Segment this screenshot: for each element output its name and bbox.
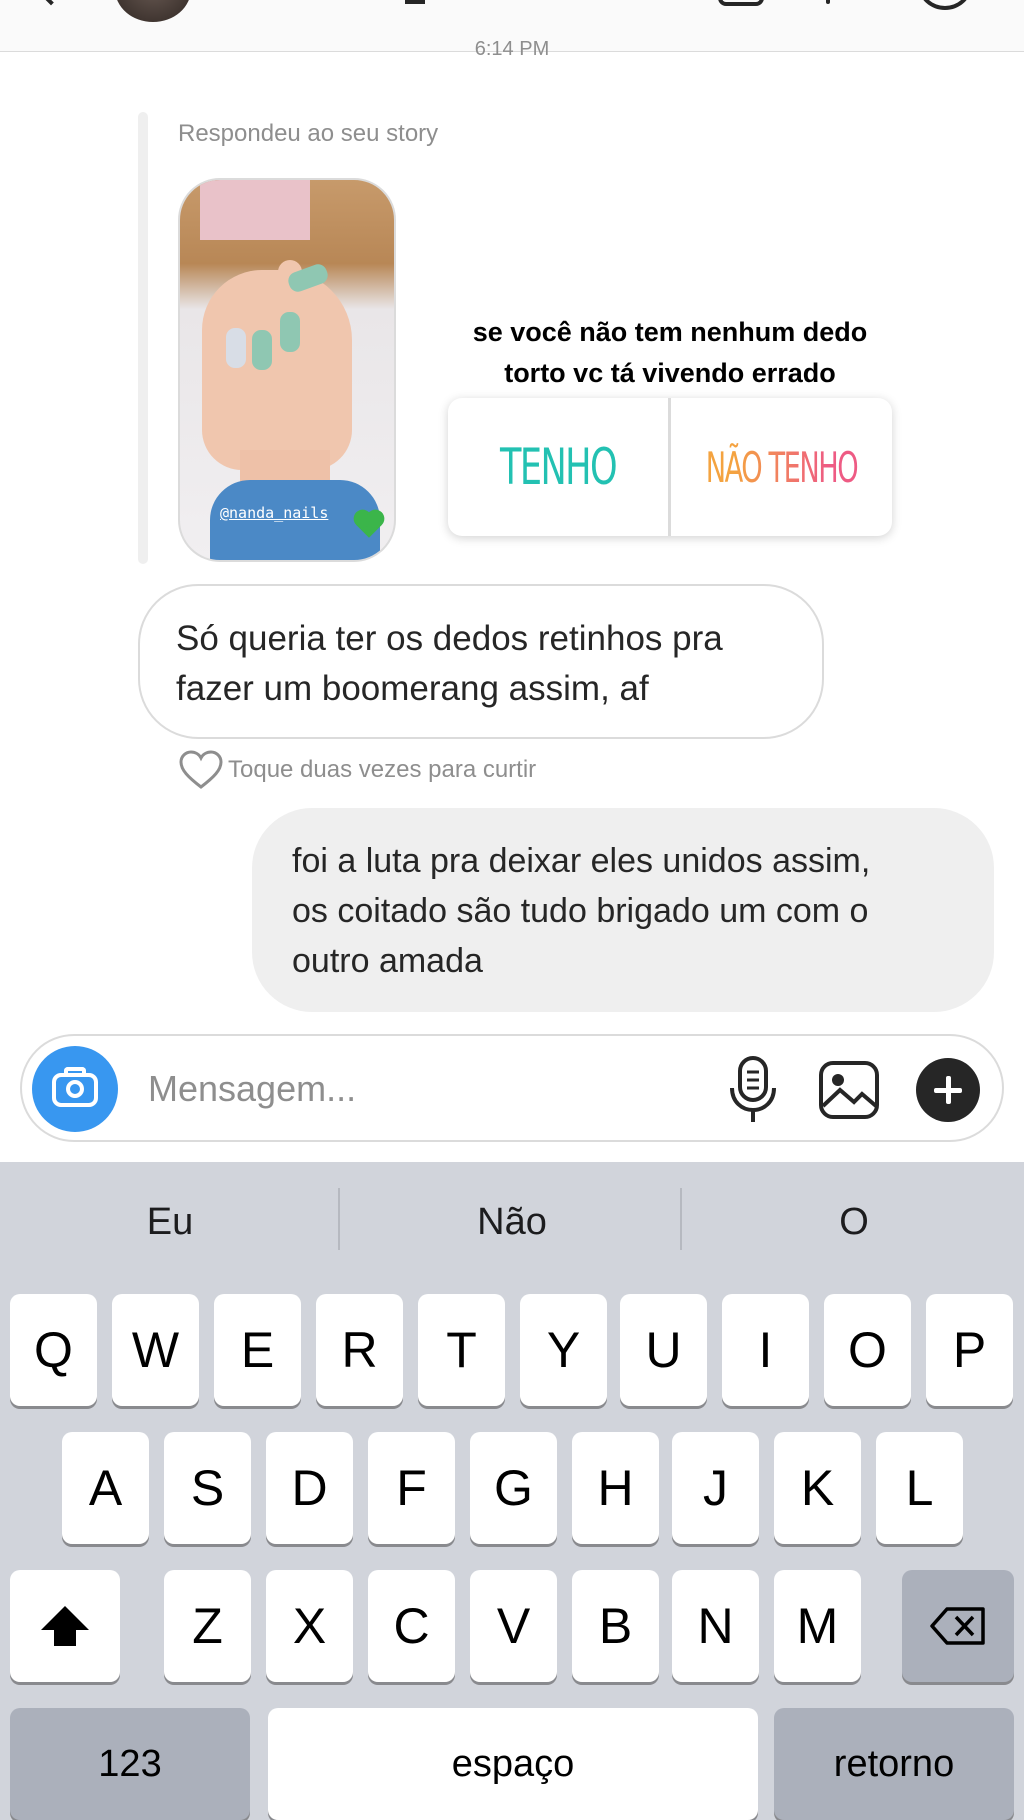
like-hint-text: Toque duas vezes para curtir xyxy=(228,756,537,783)
suggestion-divider xyxy=(680,1188,682,1250)
key-b[interactable]: B xyxy=(572,1570,659,1682)
key-l[interactable]: L xyxy=(876,1432,963,1544)
space-key[interactable]: espaço xyxy=(268,1708,758,1820)
key-m[interactable]: M xyxy=(774,1570,861,1682)
key-k[interactable]: K xyxy=(774,1432,861,1544)
like-hint[interactable]: Toque duas vezes para curtir xyxy=(178,750,537,790)
poll-question-line: torto vc tá vivendo errado xyxy=(504,358,836,388)
story-mention: @nanda_nails xyxy=(220,504,329,522)
key-r[interactable]: R xyxy=(316,1294,403,1406)
shift-icon xyxy=(41,1606,89,1646)
key-g[interactable]: G xyxy=(470,1432,557,1544)
key-p[interactable]: P xyxy=(926,1294,1013,1406)
suggestion-divider xyxy=(338,1188,340,1250)
key-q[interactable]: Q xyxy=(10,1294,97,1406)
suggestion-3[interactable]: O xyxy=(684,1182,1024,1262)
avatar[interactable] xyxy=(115,0,191,22)
key-t[interactable]: T xyxy=(418,1294,505,1406)
key-a[interactable]: A xyxy=(62,1432,149,1544)
poll-question: se você não tem nenhum dedo torto vc tá … xyxy=(430,312,910,394)
key-d[interactable]: D xyxy=(266,1432,353,1544)
key-f[interactable]: F xyxy=(368,1432,455,1544)
microphone-icon[interactable] xyxy=(728,1054,778,1126)
message-timestamp: 6:14 PM xyxy=(474,38,550,60)
phone-icon[interactable] xyxy=(826,0,830,4)
story-nail xyxy=(226,328,246,368)
key-u[interactable]: U xyxy=(620,1294,707,1406)
story-background xyxy=(200,180,310,240)
video-camera-icon[interactable] xyxy=(718,0,764,6)
key-x[interactable]: X xyxy=(266,1570,353,1682)
key-y[interactable]: Y xyxy=(520,1294,607,1406)
key-s[interactable]: S xyxy=(164,1432,251,1544)
story-nail xyxy=(252,330,272,370)
key-z[interactable]: Z xyxy=(164,1570,251,1682)
message-line: os coitado são tudo brigado um com o xyxy=(292,892,869,930)
plus-icon[interactable] xyxy=(916,1058,980,1122)
message-composer xyxy=(20,1034,1004,1142)
suggestion-1[interactable]: Eu xyxy=(0,1182,340,1262)
poll-option-no[interactable]: NÃO TENHO xyxy=(702,398,861,536)
poll-option-yes[interactable]: TENHO xyxy=(472,398,644,536)
key-w[interactable]: W xyxy=(112,1294,199,1406)
message-line: fazer um boomerang assim, af xyxy=(176,669,649,708)
camera-button[interactable] xyxy=(32,1046,118,1132)
shift-key[interactable] xyxy=(10,1570,120,1682)
message-line: foi a luta pra deixar eles unidos assim, xyxy=(292,842,871,880)
keyboard: Eu Não O Q W E R T Y U I O P A S D F G H… xyxy=(0,1162,1024,1820)
key-o[interactable]: O xyxy=(824,1294,911,1406)
backspace-icon xyxy=(930,1607,985,1645)
camera-lens-icon xyxy=(66,1080,84,1098)
story-nail xyxy=(280,312,300,352)
outgoing-message-bubble[interactable]: foi a luta pra deixar eles unidos assim,… xyxy=(252,808,994,1012)
heart-outline-icon[interactable] xyxy=(178,750,224,790)
numbers-key[interactable]: 123 xyxy=(10,1708,250,1820)
key-i[interactable]: I xyxy=(722,1294,809,1406)
backspace-key[interactable] xyxy=(902,1570,1014,1682)
poll-divider xyxy=(668,398,671,536)
poll-question-line: se você não tem nenhum dedo xyxy=(472,317,868,347)
message-line: Só queria ter os dedos retinhos pra xyxy=(176,619,723,658)
key-j[interactable]: J xyxy=(672,1432,759,1544)
username-underline[interactable] xyxy=(405,0,425,4)
chevron-left-icon[interactable] xyxy=(32,0,70,6)
incoming-message-bubble[interactable]: Só queria ter os dedos retinhos pra faze… xyxy=(138,584,824,739)
suggestion-2[interactable]: Não xyxy=(342,1182,682,1262)
info-icon[interactable] xyxy=(918,0,972,10)
return-key[interactable]: retorno xyxy=(774,1708,1014,1820)
key-v[interactable]: V xyxy=(470,1570,557,1682)
key-n[interactable]: N xyxy=(672,1570,759,1682)
story-reply-caption: Respondeu ao seu story xyxy=(178,120,439,147)
gallery-icon[interactable] xyxy=(818,1060,880,1120)
key-e[interactable]: E xyxy=(214,1294,301,1406)
message-input[interactable] xyxy=(148,1058,708,1120)
key-c[interactable]: C xyxy=(368,1570,455,1682)
key-h[interactable]: H xyxy=(572,1432,659,1544)
reply-quote-bar xyxy=(138,112,148,564)
message-line: outro amada xyxy=(292,942,483,980)
story-thumbnail[interactable]: @nanda_nails xyxy=(178,178,396,562)
poll-sticker: TENHO NÃO TENHO xyxy=(448,398,892,536)
